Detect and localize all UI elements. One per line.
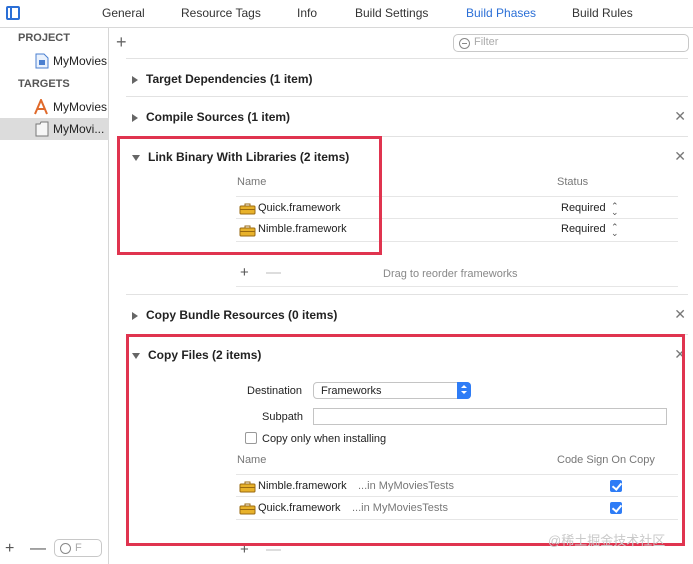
phase-filter-field[interactable] [453, 34, 689, 52]
add-build-phase-button[interactable]: + [116, 32, 127, 53]
code-sign-checkbox[interactable] [610, 502, 622, 514]
column-header-name[interactable]: Name [237, 176, 266, 188]
delete-phase-icon[interactable]: ✕ [674, 148, 686, 165]
phase-title: Link Binary With Libraries (2 items) [148, 150, 350, 164]
toolbox-framework-icon [239, 481, 256, 493]
phase-header[interactable]: Link Binary With Libraries (2 items) [132, 150, 349, 164]
destination-select[interactable]: Frameworks [313, 382, 471, 399]
sidebar-item-label: MyMovies [53, 54, 108, 68]
disclosure-triangle-icon[interactable] [132, 75, 138, 84]
table-divider [236, 519, 678, 520]
subpath-label: Subpath [262, 411, 303, 423]
app-target-icon [34, 99, 48, 115]
framework-name: Nimble.framework [258, 223, 347, 235]
table-divider [236, 286, 678, 287]
sidebar-item-project[interactable]: MyMovies [0, 50, 109, 72]
framework-location: ...in MyMoviesTests [352, 502, 448, 514]
table-divider [236, 496, 678, 497]
remove-file-button[interactable]: — [266, 541, 281, 558]
sidebar-item-target-tests[interactable]: MyMovi... [0, 118, 109, 140]
subpath-field[interactable] [313, 408, 667, 425]
reorder-hint: Drag to reorder frameworks [383, 268, 518, 280]
framework-location: ...in MyMoviesTests [358, 480, 454, 492]
toolbox-framework-icon [239, 203, 256, 215]
phase-filter-input[interactable] [474, 36, 674, 48]
toolbox-framework-icon [239, 225, 256, 237]
disclosure-triangle-icon[interactable] [132, 154, 140, 161]
phase-link-binary: Link Binary With Libraries (2 items) ✕ N… [126, 136, 688, 294]
code-sign-checkbox[interactable] [610, 480, 622, 492]
phase-header[interactable]: Target Dependencies (1 item) [132, 72, 313, 86]
phase-title: Compile Sources (1 item) [146, 110, 291, 124]
status-stepper-icon[interactable]: ⌃ ⌄ [611, 202, 619, 217]
filter-icon [60, 543, 71, 554]
destination-label: Destination [247, 385, 303, 397]
delete-phase-icon[interactable]: ✕ [674, 346, 686, 363]
column-header-code-sign[interactable]: Code Sign On Copy [557, 454, 655, 466]
watermark: @稀土掘金技术社区 [548, 533, 666, 548]
tab-resource-tags[interactable]: Resource Tags [181, 6, 261, 20]
targets-section-header: TARGETS [18, 78, 70, 90]
sidebar-footer: + — F [0, 536, 109, 564]
framework-name: Quick.framework [258, 502, 341, 514]
sidebar-filter-placeholder: F [75, 542, 82, 554]
tab-general[interactable]: General [102, 6, 145, 20]
project-target-sidebar: PROJECT MyMovies TARGETS MyMovies MyMovi… [0, 28, 109, 564]
disclosure-triangle-icon[interactable] [132, 311, 138, 320]
column-header-name[interactable]: Name [237, 454, 266, 466]
phase-header[interactable]: Compile Sources (1 item) [132, 110, 290, 124]
phase-compile-sources: Compile Sources (1 item) ✕ [126, 96, 688, 136]
select-arrows-icon [457, 382, 471, 399]
phase-header[interactable]: Copy Bundle Resources (0 items) [132, 308, 337, 322]
copy-only-checkbox[interactable] [245, 432, 257, 444]
tab-build-phases[interactable]: Build Phases [466, 6, 536, 20]
phase-copy-bundle-resources: Copy Bundle Resources (0 items) ✕ [126, 294, 688, 334]
table-divider [236, 241, 678, 242]
table-divider [236, 196, 678, 197]
phase-title: Copy Files (2 items) [148, 348, 262, 362]
sidebar-item-target-app[interactable]: MyMovies [0, 96, 109, 118]
add-framework-button[interactable]: + [240, 264, 249, 281]
column-header-status[interactable]: Status [557, 176, 588, 188]
remove-framework-button[interactable]: — [266, 264, 281, 281]
tab-build-settings[interactable]: Build Settings [355, 6, 428, 20]
table-divider [236, 218, 678, 219]
destination-value: Frameworks [321, 385, 382, 397]
framework-name: Quick.framework [258, 202, 341, 214]
test-bundle-icon [35, 121, 49, 137]
status-stepper-icon[interactable]: ⌃ ⌄ [611, 223, 619, 238]
table-divider [236, 474, 678, 475]
disclosure-triangle-icon[interactable] [132, 352, 140, 359]
project-section-header: PROJECT [18, 32, 70, 44]
sidebar-item-label: MyMovi... [53, 122, 105, 136]
toolbox-framework-icon [239, 503, 256, 515]
filter-icon [459, 38, 470, 49]
sidebar-filter-field[interactable]: F [54, 539, 102, 557]
phase-target-dependencies: Target Dependencies (1 item) [126, 58, 688, 96]
sidebar-item-label: MyMovies [53, 100, 108, 114]
status-value[interactable]: Required [561, 202, 606, 214]
remove-target-button[interactable]: — [30, 540, 46, 558]
build-phases-toolbar: + [110, 28, 693, 58]
phase-title: Copy Bundle Resources (0 items) [146, 308, 338, 322]
navigator-toggle-icon[interactable] [6, 6, 20, 20]
phase-title: Target Dependencies (1 item) [146, 72, 313, 86]
add-target-button[interactable]: + [5, 540, 14, 558]
add-file-button[interactable]: + [240, 541, 249, 558]
tab-build-rules[interactable]: Build Rules [572, 6, 633, 20]
build-phases-editor: + Target Dependencies (1 item) Compile S… [110, 28, 693, 564]
delete-phase-icon[interactable]: ✕ [674, 306, 686, 323]
status-value[interactable]: Required [561, 223, 606, 235]
copy-only-label: Copy only when installing [262, 433, 387, 445]
phase-header[interactable]: Copy Files (2 items) [132, 348, 261, 362]
delete-phase-icon[interactable]: ✕ [674, 108, 686, 125]
tab-info[interactable]: Info [297, 6, 317, 20]
editor-tab-bar: General Resource Tags Info Build Setting… [0, 0, 693, 28]
framework-name: Nimble.framework [258, 480, 347, 492]
project-file-icon [35, 53, 49, 69]
disclosure-triangle-icon[interactable] [132, 113, 138, 122]
